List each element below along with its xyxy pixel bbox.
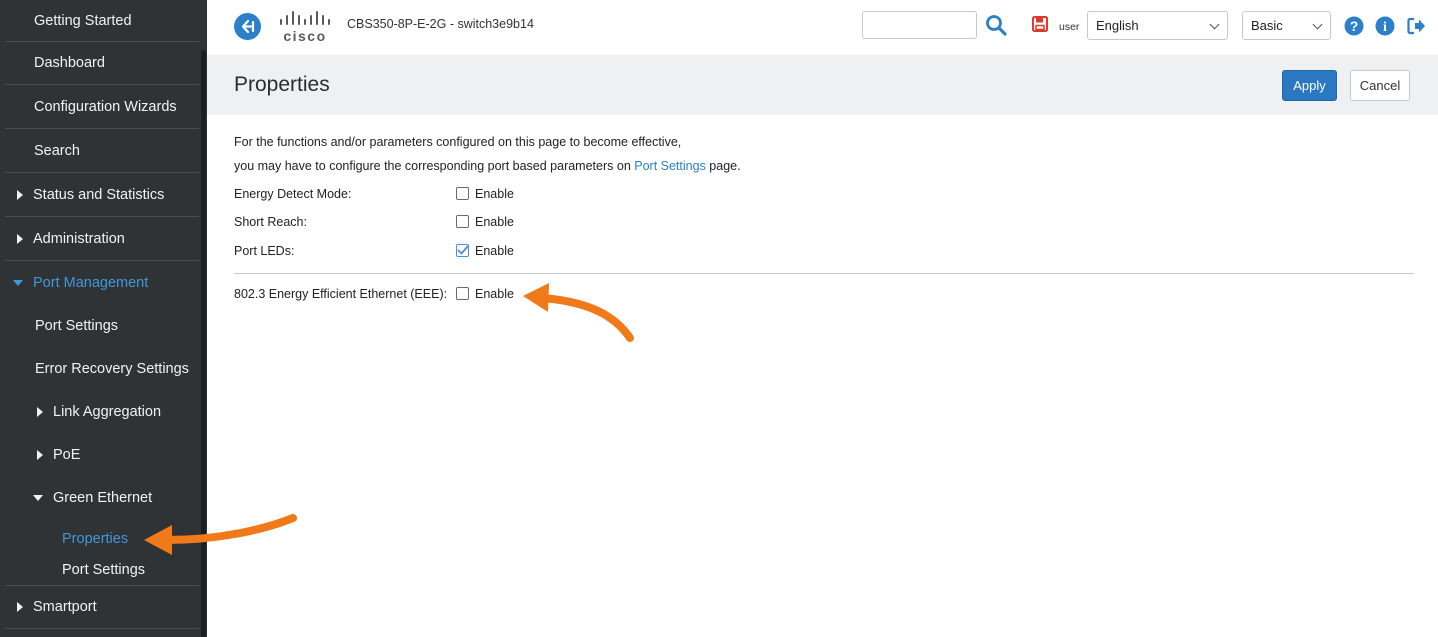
sidebar-item-smartport[interactable]: Smartport — [5, 586, 199, 629]
language-select[interactable]: English — [1087, 11, 1228, 40]
sidebar-item-label: Properties — [62, 531, 129, 547]
intro-text-line-1: For the functions and/or parameters conf… — [234, 135, 682, 149]
top-header: cisco CBS350-8P-E-2G - switch3e9b14 user… — [207, 0, 1438, 55]
caret-right-icon — [37, 406, 43, 417]
info-icon[interactable]: i — [1375, 16, 1395, 36]
sidebar-item-dashboard[interactable]: Dashboard — [5, 42, 199, 85]
sidebar: Getting Started Dashboard Configuration … — [0, 0, 207, 637]
sidebar-item-label: Smartport — [33, 599, 97, 615]
sidebar-item-port-settings[interactable]: Port Settings — [5, 304, 199, 347]
caret-down-icon — [13, 279, 23, 286]
short-reach-enable-label[interactable]: Enable — [475, 215, 514, 229]
display-mode-select-value: Basic — [1251, 18, 1283, 33]
cisco-logo: cisco — [277, 10, 337, 44]
caret-right-icon — [17, 189, 23, 200]
sidebar-item-administration[interactable]: Administration — [5, 217, 199, 261]
intro-text-line-2: you may have to configure the correspond… — [234, 159, 741, 173]
help-icon[interactable]: ? — [1344, 16, 1364, 36]
energy-detect-mode-checkbox[interactable] — [456, 187, 469, 200]
checkmark-icon — [457, 245, 469, 255]
cancel-button[interactable]: Cancel — [1350, 70, 1410, 101]
svg-text:i: i — [1383, 20, 1387, 35]
svg-text:cisco: cisco — [283, 28, 326, 44]
caret-down-icon — [33, 495, 43, 501]
sidebar-item-search[interactable]: Search — [5, 129, 199, 173]
sidebar-item-properties[interactable]: Properties — [5, 524, 199, 554]
language-select-value: English — [1096, 18, 1139, 33]
sidebar-item-port-management[interactable]: Port Management — [5, 261, 199, 304]
sidebar-scrollbar[interactable] — [201, 50, 206, 637]
sidebar-item-label: Dashboard — [34, 55, 105, 71]
sidebar-item-status-and-statistics[interactable]: Status and Statistics — [5, 173, 199, 217]
device-title: CBS350-8P-E-2G - switch3e9b14 — [347, 17, 534, 31]
eee-checkbox[interactable] — [456, 287, 469, 300]
sidebar-item-error-recovery-settings[interactable]: Error Recovery Settings — [5, 347, 199, 390]
sidebar-item-getting-started[interactable]: Getting Started — [5, 0, 199, 42]
energy-detect-mode-label: Energy Detect Mode: — [234, 187, 352, 201]
sidebar-item-label: Link Aggregation — [53, 403, 162, 420]
sidebar-item-label: Port Settings — [35, 317, 119, 334]
port-leds-checkbox[interactable] — [456, 244, 469, 257]
logout-icon[interactable] — [1406, 16, 1426, 36]
eee-label: 802.3 Energy Efficient Ethernet (EEE): — [234, 287, 448, 301]
sidebar-item-label: PoE — [53, 446, 81, 463]
nav-toggle-icon[interactable] — [234, 13, 261, 40]
section-divider — [234, 273, 1414, 274]
port-leds-enable-label[interactable]: Enable — [475, 244, 514, 258]
svg-text:?: ? — [1350, 18, 1359, 34]
search-icon[interactable] — [984, 13, 1008, 37]
display-mode-select[interactable]: Basic — [1242, 11, 1331, 40]
caret-right-icon — [17, 602, 23, 612]
intro-text-prefix: you may have to configure the correspond… — [234, 159, 635, 173]
main-content: Properties Apply Cancel For the function… — [207, 55, 1438, 637]
sidebar-item-label: Port Settings — [62, 561, 146, 578]
username: user — [1059, 21, 1080, 33]
short-reach-checkbox[interactable] — [456, 215, 469, 228]
energy-detect-mode-enable-label[interactable]: Enable — [475, 187, 514, 201]
sidebar-item-green-port-settings[interactable]: Port Settings — [5, 554, 199, 586]
page-title-bar: Properties Apply Cancel — [207, 55, 1438, 115]
intro-text-suffix: page. — [705, 159, 741, 173]
sidebar-item-label: Port Management — [33, 274, 149, 291]
search-input[interactable] — [862, 11, 977, 39]
chevron-down-icon — [1209, 19, 1220, 30]
sidebar-item-label: Search — [34, 142, 80, 159]
sidebar-item-label: Green Ethernet — [53, 490, 153, 506]
eee-enable-label[interactable]: Enable — [475, 287, 514, 301]
port-leds-label: Port LEDs: — [234, 244, 295, 258]
sidebar-item-green-ethernet[interactable]: Green Ethernet — [5, 476, 199, 520]
apply-button[interactable]: Apply — [1282, 70, 1337, 101]
sidebar-item-label: Error Recovery Settings — [35, 360, 189, 377]
sidebar-item-configuration-wizards[interactable]: Configuration Wizards — [5, 85, 199, 129]
sidebar-item-label: Configuration Wizards — [34, 98, 177, 115]
page-title: Properties — [234, 73, 330, 96]
port-settings-link[interactable]: Port Settings — [634, 159, 706, 173]
chevron-down-icon — [1312, 19, 1323, 30]
sidebar-item-label: Getting Started — [34, 12, 132, 29]
sidebar-item-poe[interactable]: PoE — [5, 433, 199, 476]
sidebar-item-label: Administration — [33, 230, 125, 247]
short-reach-label: Short Reach: — [234, 215, 307, 229]
sidebar-item-label: Status and Statistics — [33, 186, 165, 203]
sidebar-item-link-aggregation[interactable]: Link Aggregation — [5, 390, 199, 433]
save-icon[interactable] — [1031, 15, 1049, 33]
caret-right-icon — [17, 233, 23, 244]
caret-right-icon — [37, 449, 43, 460]
